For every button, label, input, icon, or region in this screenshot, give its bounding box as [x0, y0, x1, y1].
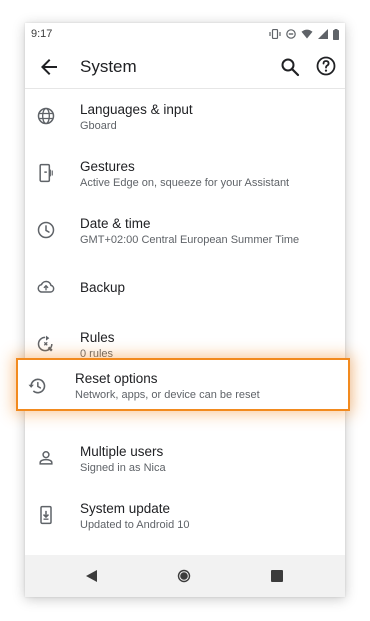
- item-subtitle: Gboard: [80, 120, 117, 132]
- item-title: Multiple users: [80, 444, 164, 459]
- signal-icon: [318, 29, 328, 39]
- history-icon: [28, 378, 46, 394]
- item-subtitle: GMT+02:00 Central European Summer Time: [80, 234, 300, 246]
- item-title: Reset options: [75, 371, 158, 386]
- rules-icon: [37, 335, 53, 352]
- cloud-upload-icon: [37, 280, 55, 293]
- nav-recents-icon[interactable]: [269, 568, 285, 584]
- item-subtitle: Signed in as Nica: [80, 462, 166, 474]
- navigation-bar: [25, 555, 345, 597]
- settings-item-system-update[interactable]: System update Updated to Android 10: [25, 488, 345, 545]
- do-not-disturb-icon: [286, 29, 296, 39]
- wifi-icon: [301, 29, 313, 39]
- back-arrow-icon[interactable]: [37, 55, 61, 79]
- item-title: Gestures: [80, 159, 135, 174]
- item-title: Date & time: [80, 216, 151, 231]
- help-icon[interactable]: [314, 54, 338, 78]
- page-title: System: [80, 57, 137, 76]
- item-title: Backup: [80, 280, 126, 295]
- item-title: System update: [80, 501, 171, 516]
- item-title: Rules: [80, 330, 115, 345]
- settings-item-languages[interactable]: Languages & input Gboard: [25, 89, 345, 146]
- item-subtitle: Network, apps, or device can be reset: [75, 389, 260, 401]
- status-time: 9:17: [31, 28, 53, 40]
- nav-home-icon[interactable]: [176, 568, 192, 584]
- settings-item-reset-options[interactable]: Reset options Network, apps, or device c…: [16, 358, 350, 411]
- item-title: Languages & input: [80, 102, 193, 117]
- clock-icon: [37, 221, 55, 239]
- nav-back-icon[interactable]: [84, 568, 100, 584]
- settings-item-date-time[interactable]: Date & time GMT+02:00 Central European S…: [25, 203, 345, 260]
- app-bar: System: [25, 45, 345, 89]
- person-icon: [39, 451, 53, 465]
- settings-list: Languages & input Gboard Gestures Active…: [25, 89, 345, 545]
- status-bar: 9:17: [25, 23, 345, 45]
- phone-screen: 9:17 System Languages & input Gboard Ges…: [25, 23, 345, 597]
- settings-item-gestures[interactable]: Gestures Active Edge on, squeeze for you…: [25, 146, 345, 203]
- gesture-phone-icon: [39, 163, 53, 183]
- status-icons: [269, 28, 339, 40]
- vibrate-icon: [269, 29, 281, 39]
- battery-icon: [333, 28, 339, 40]
- search-icon[interactable]: [278, 55, 302, 79]
- system-update-icon: [40, 505, 52, 525]
- item-subtitle: Updated to Android 10: [80, 519, 190, 531]
- item-subtitle: Active Edge on, squeeze for your Assista…: [80, 177, 290, 189]
- settings-item-backup[interactable]: Backup: [25, 260, 345, 317]
- settings-item-multiple-users[interactable]: Multiple users Signed in as Nica: [25, 431, 345, 488]
- globe-icon: [37, 107, 55, 125]
